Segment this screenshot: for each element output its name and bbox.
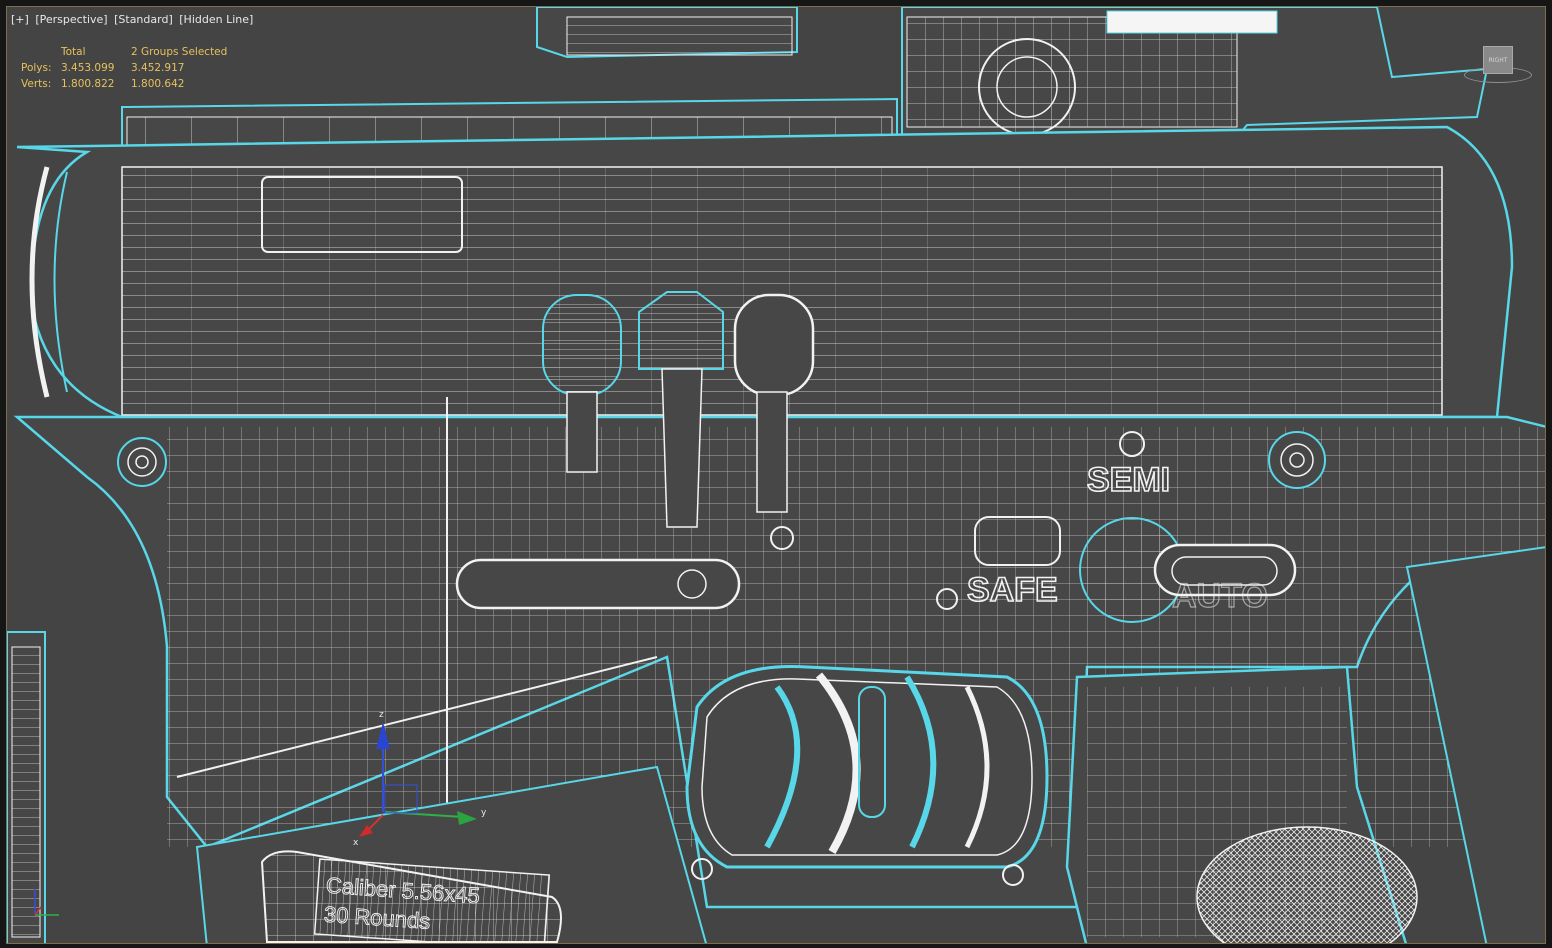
engraving-safe: SAFE — [967, 571, 1058, 609]
takedown-pin-rear[interactable] — [1268, 431, 1326, 489]
viewcube[interactable]: RIGHT — [1483, 46, 1513, 74]
takedown-pin-front[interactable] — [117, 437, 167, 487]
trigger-guard[interactable] — [685, 665, 1049, 869]
stats-header-selection: 2 Groups Selected — [131, 46, 228, 58]
stats-polys-selected: 3.452.917 — [131, 62, 185, 74]
viewport-menu-standard[interactable]: [Standard] — [114, 13, 173, 26]
stats-polys-total: 3.453.099 — [61, 62, 115, 74]
viewport-label-menu[interactable]: [+] [Perspective] [Standard] [Hidden Lin… — [11, 13, 256, 26]
stats-verts-total: 1.800.822 — [61, 78, 115, 90]
optic-mount[interactable] — [901, 7, 1489, 138]
stats-header-total: Total — [61, 46, 86, 58]
viewport-menu-point-of-view[interactable]: [Perspective] — [35, 13, 107, 26]
viewport-perspective[interactable]: SEMI SAFE AUTO Caliber 5.56x45 30 Rounds… — [6, 6, 1546, 944]
stats-verts-label: Verts: — [21, 78, 52, 90]
viewport-menu-shading[interactable]: [Hidden Line] — [179, 13, 253, 26]
rear-sight[interactable] — [536, 7, 798, 59]
wireframe-scene[interactable]: SEMI SAFE AUTO Caliber 5.56x45 30 Rounds… — [7, 7, 1546, 944]
viewcube-face-label: RIGHT — [1488, 56, 1508, 64]
viewport-menu-general[interactable]: [+] — [11, 13, 29, 26]
mag-release-button[interactable] — [455, 558, 741, 610]
engraving-semi: SEMI — [1087, 461, 1170, 499]
gizmo-axis-x-label: x — [353, 838, 359, 848]
engraving-auto: AUTO — [1172, 577, 1268, 615]
stats-polys-label: Polys: — [21, 62, 52, 74]
stats-verts-selected: 1.800.642 — [131, 78, 185, 90]
gizmo-axis-z-label: z — [379, 710, 384, 720]
gizmo-axis-y-label: y — [481, 808, 487, 818]
stock-fragment[interactable] — [7, 631, 46, 944]
scene-statistics: Total 2 Groups Selected Polys: 3.453.099… — [21, 44, 241, 92]
